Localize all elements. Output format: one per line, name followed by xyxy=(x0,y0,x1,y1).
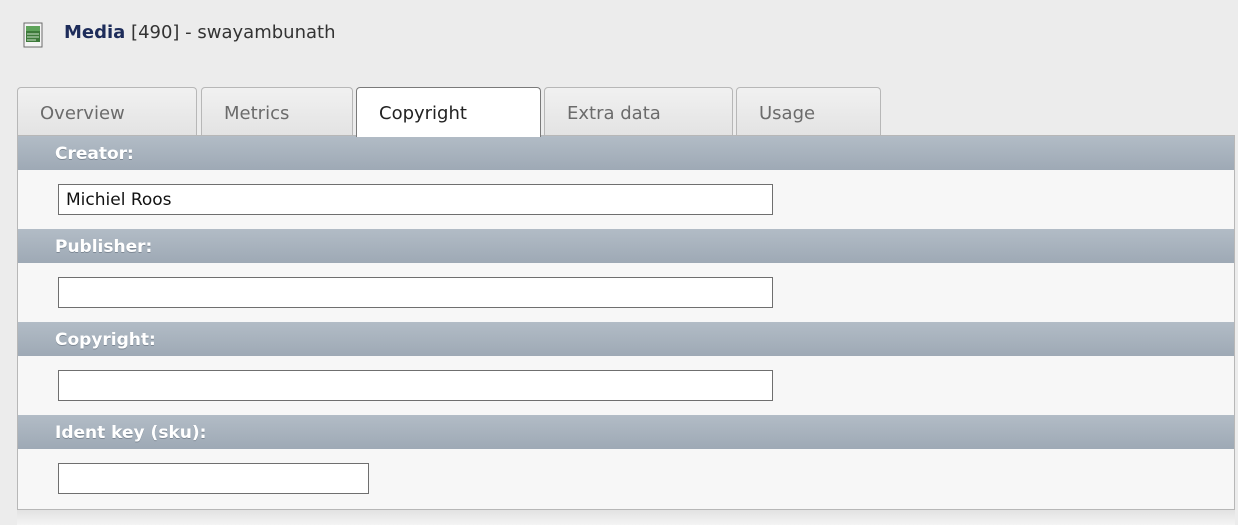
tab-overview[interactable]: Overview xyxy=(17,87,197,135)
page-title: Media [490] - swayambunath xyxy=(64,22,335,43)
copyright-panel: Creator: Publisher: Copyright: Ident key… xyxy=(17,135,1235,510)
media-record-window: Media [490] - swayambunath Overview Metr… xyxy=(0,0,1238,525)
record-type-label: Media xyxy=(64,22,126,43)
panel-bottom-edge xyxy=(17,510,1235,525)
ident-key-input[interactable] xyxy=(58,463,369,494)
creator-label: Creator: xyxy=(18,136,1234,170)
creator-input[interactable] xyxy=(58,184,773,215)
publisher-input[interactable] xyxy=(58,277,773,308)
creator-row xyxy=(18,170,1234,229)
copyright-row xyxy=(18,356,1234,415)
copyright-label: Copyright: xyxy=(18,322,1234,356)
record-id-label: [490] - swayambunath xyxy=(125,22,336,43)
record-header: Media [490] - swayambunath xyxy=(0,0,1238,88)
ident-key-label: Ident key (sku): xyxy=(18,415,1234,449)
copyright-input[interactable] xyxy=(58,370,773,401)
tab-usage[interactable]: Usage xyxy=(736,87,881,135)
tab-metrics[interactable]: Metrics xyxy=(201,87,353,135)
document-icon xyxy=(23,22,43,48)
publisher-row xyxy=(18,263,1234,322)
publisher-label: Publisher: xyxy=(18,229,1234,263)
tab-copyright[interactable]: Copyright xyxy=(356,87,541,137)
ident-key-row xyxy=(18,449,1234,508)
tab-extra-data[interactable]: Extra data xyxy=(544,87,733,135)
